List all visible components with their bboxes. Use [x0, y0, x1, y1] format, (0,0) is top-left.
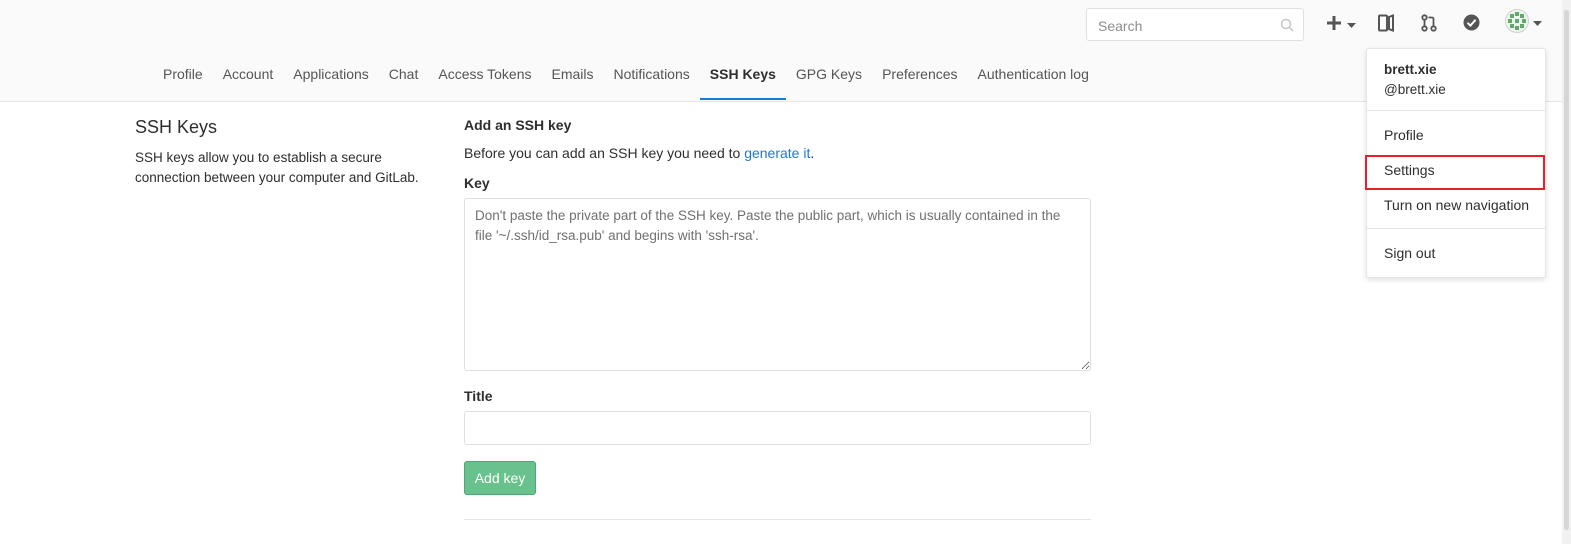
add-key-button[interactable]: Add key [464, 461, 536, 495]
key-textarea[interactable] [464, 198, 1091, 371]
merge-request-icon [1421, 13, 1437, 37]
new-dropdown-button[interactable] [1326, 14, 1356, 36]
divider [464, 519, 1091, 520]
tab-preferences[interactable]: Preferences [872, 56, 967, 100]
search-icon [1280, 18, 1294, 37]
tab-authentication-log[interactable]: Authentication log [968, 56, 1099, 100]
generate-it-link[interactable]: generate it [744, 145, 810, 161]
sidebar-toggle-button[interactable] [1378, 13, 1394, 37]
user-name: brett.xie [1384, 62, 1437, 77]
menu-divider [1367, 110, 1545, 111]
tab-ssh-keys[interactable]: SSH Keys [699, 56, 786, 100]
user-menu-button[interactable] [1505, 8, 1542, 34]
title-input[interactable] [464, 411, 1091, 445]
key-label: Key [464, 175, 490, 191]
form-section-title: Add an SSH key [464, 117, 572, 133]
menu-divider [1367, 228, 1545, 229]
menu-item-sign-out[interactable]: Sign out [1384, 245, 1435, 261]
tab-profile[interactable]: Profile [153, 56, 213, 100]
settings-highlight-box [1365, 155, 1545, 190]
user-handle: @brett.xie [1384, 82, 1446, 97]
menu-item-profile[interactable]: Profile [1384, 127, 1424, 143]
scrollbar-thumb[interactable] [1564, 10, 1569, 530]
tab-applications[interactable]: Applications [283, 56, 379, 100]
tab-emails[interactable]: Emails [541, 56, 603, 100]
merge-requests-button[interactable] [1421, 13, 1437, 37]
menu-item-new-navigation[interactable]: Turn on new navigation [1384, 197, 1529, 213]
tab-access-tokens[interactable]: Access Tokens [428, 56, 541, 100]
top-navbar: Profile Account Applications Chat Access… [0, 0, 1571, 102]
plus-icon [1326, 15, 1342, 36]
tab-notifications[interactable]: Notifications [604, 56, 700, 100]
intro-text: Before you can add an SSH key you need t… [464, 145, 745, 161]
search-input[interactable] [1096, 9, 1280, 42]
page-title: SSH Keys [135, 117, 218, 137]
search-box[interactable] [1086, 8, 1304, 42]
form-intro: Before you can add an SSH key you need t… [464, 145, 814, 161]
title-label: Title [464, 388, 493, 404]
intro-end: . [810, 145, 815, 161]
tab-account[interactable]: Account [213, 56, 284, 100]
tab-gpg-keys[interactable]: GPG Keys [786, 56, 872, 100]
chevron-down-icon [1533, 14, 1542, 32]
tab-chat[interactable]: Chat [379, 56, 429, 100]
settings-tabs: Profile Account Applications Chat Access… [153, 56, 1099, 101]
avatar [1505, 8, 1529, 38]
chevron-down-icon [1347, 16, 1356, 34]
todos-button[interactable] [1463, 14, 1480, 36]
todo-check-icon [1463, 14, 1480, 36]
page-description: SSH keys allow you to establish a secure… [135, 150, 419, 185]
sidebar-panel-icon [1378, 13, 1394, 37]
